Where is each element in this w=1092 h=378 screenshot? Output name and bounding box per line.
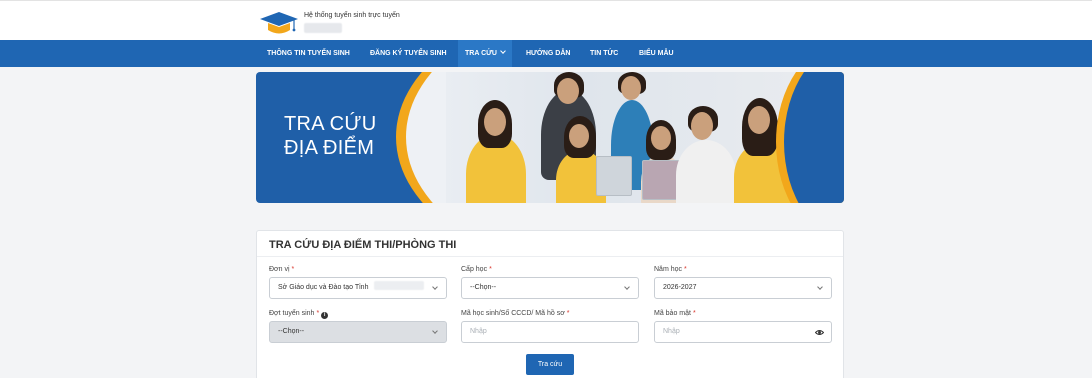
year-select-value: 2026-2027 (663, 284, 697, 291)
site-title: Hệ thống tuyển sinh trực tuyến (304, 12, 400, 19)
nav-item-tra-cuu[interactable]: TRA CỨU (458, 40, 512, 67)
security-code-label: Mã bảo mật * (654, 310, 696, 317)
level-select-value: --Chọn-- (470, 284, 497, 291)
year-select[interactable]: 2026-2027 (654, 277, 832, 299)
unit-select[interactable]: Sở Giáo dục và Đào tạo Tỉnh (269, 277, 447, 299)
required-mark: * (692, 310, 696, 317)
year-label-text: Năm học (654, 266, 683, 273)
nav-item-dang-ky-tuyen-sinh[interactable]: ĐĂNG KÝ TUYỂN SINH (366, 40, 451, 67)
banner-heading: TRA CỨU ĐỊA ĐIỂM (284, 112, 377, 160)
search-button[interactable]: Tra cứu (526, 354, 574, 375)
required-mark: * (316, 310, 320, 317)
year-label: Năm học * (654, 266, 687, 273)
redacted-subtitle (304, 23, 342, 33)
chevron-down-icon (432, 328, 438, 334)
banner-heading-line2: ĐỊA ĐIỂM (284, 137, 375, 159)
student-id-label: Mã học sinh/Số CCCD/ Mã hồ sơ * (461, 310, 570, 317)
unit-label: Đơn vị * (269, 266, 294, 273)
nav-item-huong-dan[interactable]: HƯỚNG DẪN (522, 40, 574, 67)
required-mark: * (684, 266, 687, 273)
search-form-card: TRA CỨU ĐỊA ĐIỂM THI/PHÒNG THI Đơn vị * S… (256, 230, 844, 378)
nav-item-bieu-mau[interactable]: BIỂU MẪU (635, 40, 678, 67)
security-code-input[interactable]: Nhập (654, 321, 832, 343)
unit-label-text: Đơn vị (269, 266, 290, 273)
level-select[interactable]: --Chọn-- (461, 277, 639, 299)
banner-right-blue-arc (784, 72, 844, 203)
level-label: Cấp học * (461, 266, 492, 273)
round-label-text: Đợt tuyển sinh (269, 310, 315, 317)
unit-select-value: Sở Giáo dục và Đào tạo Tỉnh (278, 284, 369, 291)
hero-banner: TRA CỨU ĐỊA ĐIỂM (256, 72, 844, 203)
nav-item-tin-tuc[interactable]: TIN TỨC (586, 40, 622, 67)
form-title: TRA CỨU ĐỊA ĐIỂM THI/PHÒNG THI (269, 239, 457, 251)
title-divider (257, 256, 843, 257)
students-photo (446, 72, 796, 203)
info-icon[interactable]: i (321, 312, 329, 319)
round-select-value: --Chọn-- (278, 328, 305, 335)
chevron-down-icon (500, 48, 506, 54)
chevron-down-icon (432, 284, 438, 290)
nav-item-thong-tin-tuyen-sinh[interactable]: THÔNG TIN TUYỂN SINH (263, 40, 354, 67)
banner-heading-line1: TRA CỨU (284, 113, 377, 135)
security-code-placeholder: Nhập (663, 328, 680, 335)
redacted-province (374, 281, 425, 290)
chevron-down-icon (817, 284, 823, 290)
eye-icon[interactable] (815, 328, 824, 337)
graduation-cap-logo[interactable] (258, 10, 300, 38)
round-select[interactable]: --Chọn-- (269, 321, 447, 343)
student-id-label-text: Mã học sinh/Số CCCD/ Mã hồ sơ (461, 310, 565, 317)
required-mark: * (489, 266, 492, 273)
student-id-placeholder: Nhập (470, 328, 487, 335)
round-label: Đợt tuyển sinh * i (269, 310, 329, 319)
student-id-input[interactable]: Nhập (461, 321, 639, 343)
nav-item-tra-cuu-label: TRA CỨU (465, 50, 497, 57)
required-mark: * (291, 266, 295, 273)
main-nav: THÔNG TIN TUYỂN SINH ĐĂNG KÝ TUYỂN SINH … (0, 40, 1092, 67)
required-mark: * (566, 310, 570, 317)
chevron-down-icon (624, 284, 630, 290)
security-code-label-text: Mã bảo mật (654, 310, 691, 317)
top-header: Hệ thống tuyển sinh trực tuyến (0, 0, 1092, 40)
level-label-text: Cấp học (461, 266, 488, 273)
